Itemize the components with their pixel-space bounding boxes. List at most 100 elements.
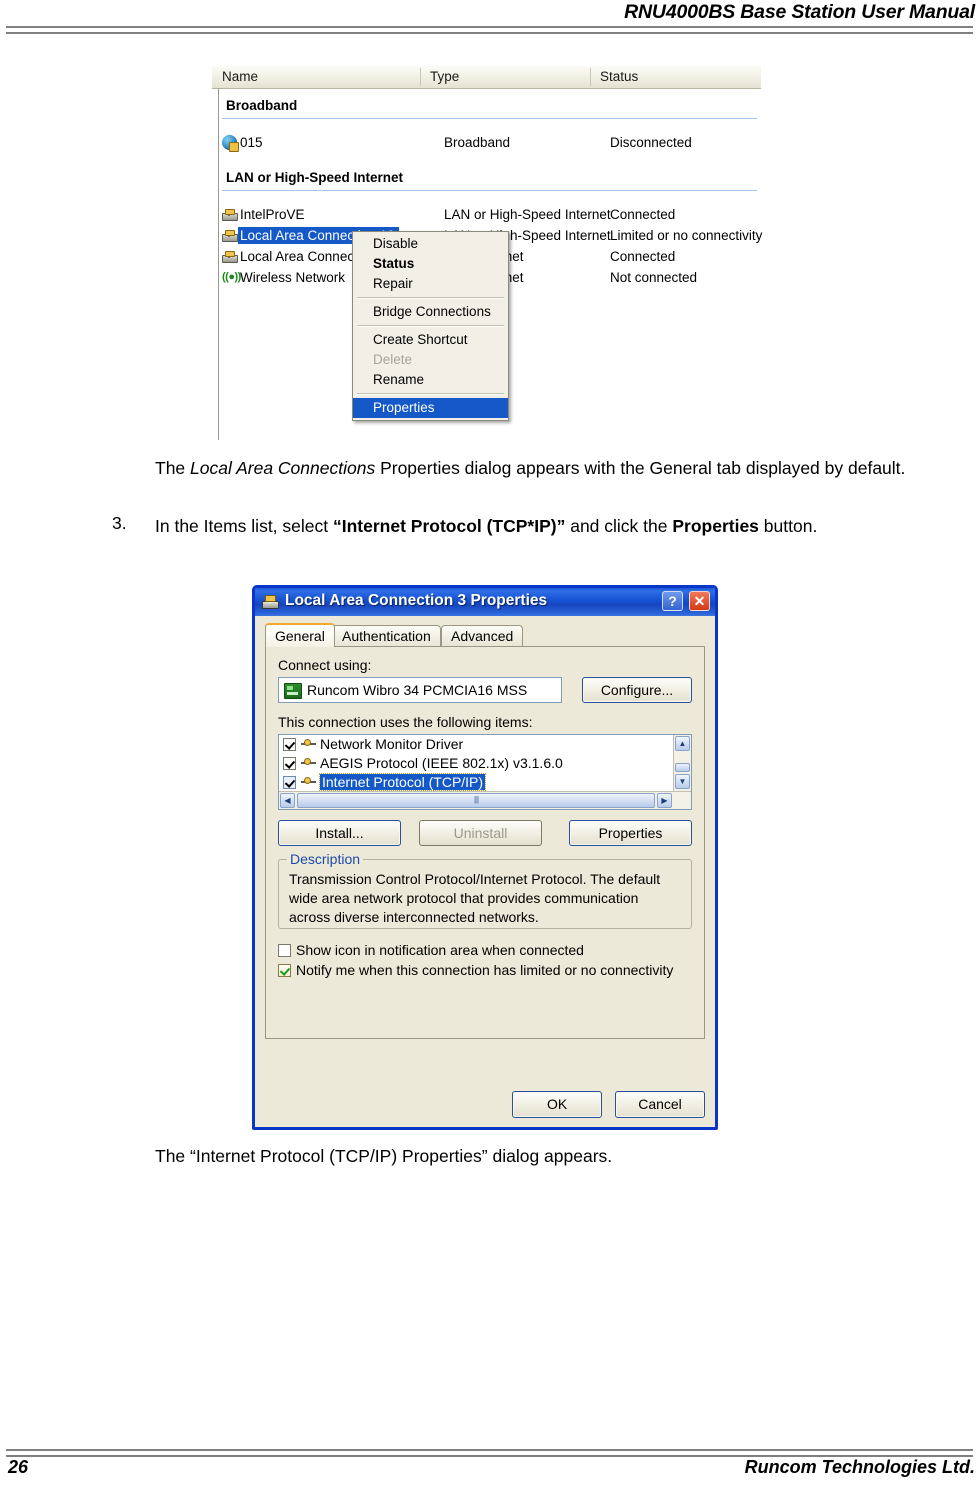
group-underline xyxy=(222,190,757,191)
page-footer: 26 Runcom Technologies Ltd. xyxy=(0,1457,979,1489)
list-item[interactable]: AEGIS Protocol (IEEE 802.1x) v3.1.6.0 xyxy=(279,754,691,773)
tab-strip: General Authentication Advanced xyxy=(265,623,705,647)
paragraph-dialog-appears: The Local Area Connections Properties di… xyxy=(155,455,975,481)
connect-using-label: Connect using: xyxy=(278,657,372,673)
checkbox-row-notify-me[interactable]: Notify me when this connection has limit… xyxy=(278,960,692,980)
show-icon-checkbox[interactable] xyxy=(278,944,291,957)
connection-status: Disconnected xyxy=(610,135,692,150)
dialog-title-bar[interactable]: Local Area Connection 3 Properties ? ✕ xyxy=(255,588,715,616)
list-item[interactable]: Network Monitor Driver xyxy=(279,735,691,754)
local-area-connection-properties-dialog: Local Area Connection 3 Properties ? ✕ G… xyxy=(252,585,718,1130)
scroll-up-icon[interactable]: ▲ xyxy=(675,736,690,751)
para1-italic-title: Local Area Connections xyxy=(190,458,376,478)
network-adapter-icon xyxy=(262,595,279,609)
step3-bold-properties: Properties xyxy=(672,516,759,536)
cancel-button[interactable]: Cancel xyxy=(615,1091,705,1118)
context-menu-item-properties[interactable]: Properties xyxy=(353,398,508,418)
context-menu-separator xyxy=(357,393,504,395)
horizontal-scroll-thumb[interactable]: |||| xyxy=(297,793,655,808)
notify-me-checkbox[interactable] xyxy=(278,964,291,977)
page-header-title: RNU4000BS Base Station User Manual xyxy=(624,1,975,23)
context-menu-item-bridge-connections[interactable]: Bridge Connections xyxy=(353,302,508,322)
paragraph-tcpip-dialog-appears: The “Internet Protocol (TCP/IP) Properti… xyxy=(155,1146,613,1166)
notification-options: Show icon in notification area when conn… xyxy=(278,940,692,980)
tab-authentication[interactable]: Authentication xyxy=(332,625,441,646)
components-list[interactable]: Network Monitor Driver AEGIS Protocol (I… xyxy=(278,734,692,810)
vertical-scroll-thumb[interactable] xyxy=(675,763,690,772)
scroll-down-icon[interactable]: ▼ xyxy=(675,774,690,789)
group-underline xyxy=(222,118,757,119)
column-header-name[interactable]: Name xyxy=(222,69,258,84)
item-checkbox[interactable] xyxy=(283,757,296,770)
item-label: Internet Protocol (TCP/IP) xyxy=(318,773,487,791)
footer-company-name: Runcom Technologies Ltd. xyxy=(744,1457,975,1477)
ok-button[interactable]: OK xyxy=(512,1091,603,1118)
nic-card-icon xyxy=(284,683,302,699)
network-adapter-icon xyxy=(222,230,238,242)
context-menu-item-repair[interactable]: Repair xyxy=(353,274,508,294)
component-action-buttons: Install... Uninstall Properties xyxy=(278,820,692,846)
properties-button[interactable]: Properties xyxy=(569,820,692,846)
page-number: 26 xyxy=(8,1457,29,1477)
footer-divider xyxy=(6,1449,973,1457)
tab-advanced[interactable]: Advanced xyxy=(441,625,524,646)
item-checkbox[interactable] xyxy=(283,738,296,751)
step3-part-a: In the Items list, select xyxy=(155,516,333,536)
column-header-status[interactable]: Status xyxy=(600,69,638,84)
para1-suffix: Properties dialog appears with the Gener… xyxy=(375,458,906,478)
context-menu-item-status[interactable]: Status xyxy=(353,254,508,274)
connection-name: 015 xyxy=(240,135,263,150)
connection-name: Local Area Connec xyxy=(240,249,355,264)
network-adapter-icon xyxy=(222,209,238,221)
protocol-icon xyxy=(301,777,317,788)
help-button[interactable]: ? xyxy=(662,591,683,611)
configure-button[interactable]: Configure... xyxy=(582,677,692,703)
context-menu-item-rename[interactable]: Rename xyxy=(353,370,508,390)
connections-column-header: Name Type Status xyxy=(212,66,761,89)
protocol-icon xyxy=(301,758,317,769)
network-adapter-icon xyxy=(222,251,238,263)
show-icon-label: Show icon in notification area when conn… xyxy=(296,942,584,958)
connection-status: Limited or no connectivity xyxy=(610,228,763,243)
install-button[interactable]: Install... xyxy=(278,820,401,846)
dialog-footer-buttons: OK Cancel xyxy=(503,1091,705,1118)
notify-me-label: Notify me when this connection has limit… xyxy=(296,962,674,978)
step-3-text: In the Items list, select “Internet Prot… xyxy=(155,513,975,539)
broadband-globe-icon xyxy=(222,135,239,152)
group-header-lan[interactable]: LAN or High-Speed Internet xyxy=(226,170,403,185)
protocol-icon xyxy=(301,739,317,750)
dialog-body: General Authentication Advanced Connect … xyxy=(255,616,715,1049)
context-menu-item-create-shortcut[interactable]: Create Shortcut xyxy=(353,330,508,350)
item-label: Network Monitor Driver xyxy=(320,736,464,752)
wireless-network-icon: ((●)) xyxy=(222,271,241,283)
connection-type: Broadband xyxy=(444,135,511,150)
list-horizontal-scrollbar[interactable]: ◀ |||| ▶ xyxy=(279,791,691,809)
context-menu-separator xyxy=(357,297,504,299)
para1-prefix: The xyxy=(155,458,191,478)
column-divider[interactable] xyxy=(420,68,421,86)
step3-part-b: and click the xyxy=(565,516,673,536)
step3-bold-protocol: “Internet Protocol (TCP*IP)” xyxy=(332,516,566,536)
group-header-broadband[interactable]: Broadband xyxy=(226,98,297,113)
adapter-row: Runcom Wibro 34 PCMCIA16 MSS Configure..… xyxy=(278,677,692,703)
column-divider[interactable] xyxy=(590,68,591,86)
description-legend: Description xyxy=(287,851,364,867)
connection-context-menu: Disable Status Repair Bridge Connections… xyxy=(352,231,509,421)
connection-name: IntelProVE xyxy=(240,207,305,222)
column-header-type[interactable]: Type xyxy=(430,69,459,84)
checkbox-row-show-icon[interactable]: Show icon in notification area when conn… xyxy=(278,940,692,960)
tab-general[interactable]: General xyxy=(265,623,335,647)
network-connections-screenshot: Name Type Status Broadband 015 Broadband… xyxy=(212,66,762,440)
item-checkbox[interactable] xyxy=(283,776,296,789)
scroll-right-icon[interactable]: ▶ xyxy=(657,793,672,808)
scroll-left-icon[interactable]: ◀ xyxy=(280,793,295,808)
connection-type: LAN or High-Speed Internet xyxy=(444,207,611,222)
list-item-selected-tcpip[interactable]: Internet Protocol (TCP/IP) xyxy=(279,773,691,792)
context-menu-separator xyxy=(357,325,504,327)
close-icon[interactable]: ✕ xyxy=(689,591,710,611)
uninstall-button: Uninstall xyxy=(419,820,542,846)
dialog-title: Local Area Connection 3 Properties xyxy=(285,592,548,609)
adapter-field[interactable]: Runcom Wibro 34 PCMCIA16 MSS xyxy=(278,677,562,703)
context-menu-item-disable[interactable]: Disable xyxy=(353,234,508,254)
description-group-box: Description Transmission Control Protoco… xyxy=(278,851,692,929)
